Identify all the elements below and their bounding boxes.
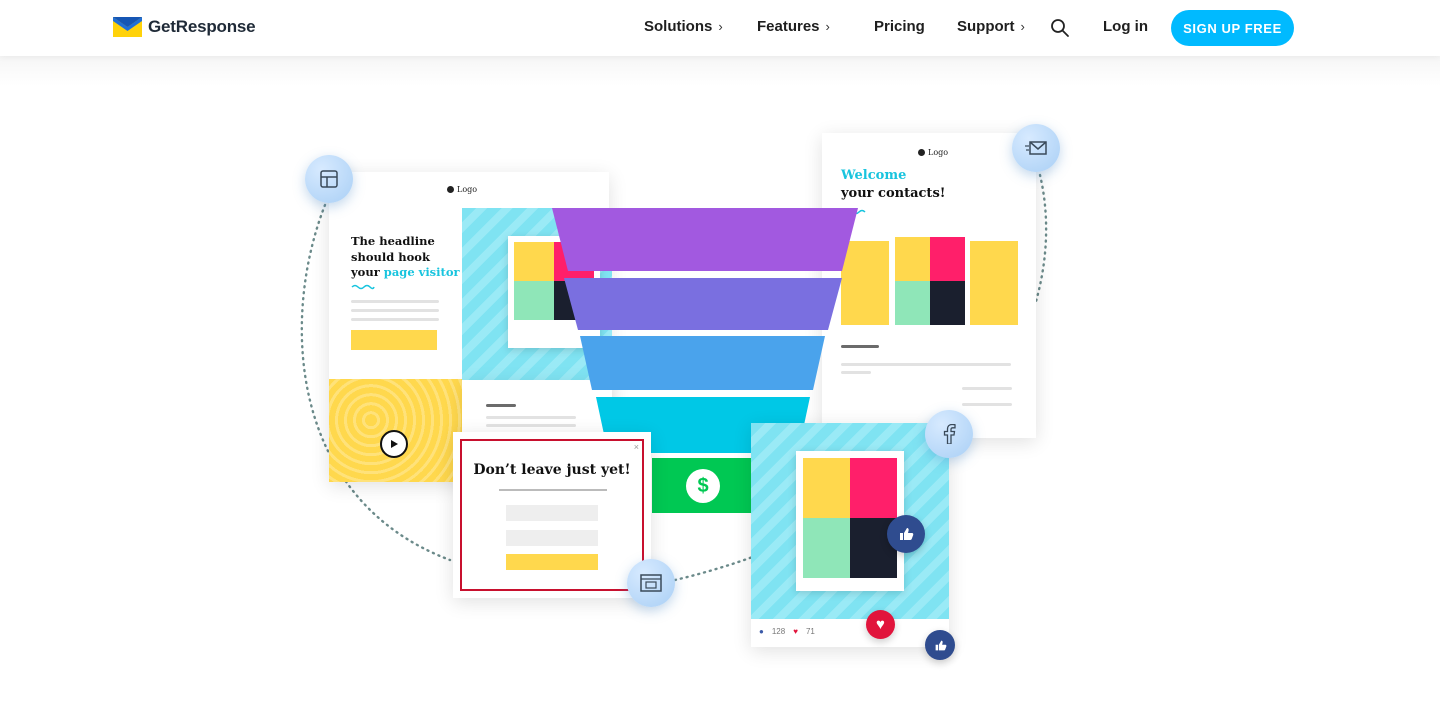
nav-features[interactable]: Features ›: [757, 18, 830, 35]
logo-dot-icon: [918, 149, 925, 156]
nav-support[interactable]: Support ›: [957, 18, 1025, 35]
social-counts: ● 128 ♥ 71: [759, 627, 815, 636]
login-link[interactable]: Log in: [1103, 18, 1148, 35]
brand-logo[interactable]: GetResponse: [113, 17, 256, 37]
landing-logo: Logo: [447, 185, 477, 194]
headline-line-1: The headline: [351, 234, 435, 248]
popup-window-icon: [627, 559, 675, 607]
funnel-layer-3: [580, 336, 825, 390]
play-icon: [380, 430, 408, 458]
funnel-layer-2: [564, 278, 842, 330]
email-title-2: your contacts!: [841, 186, 946, 201]
heart-count-icon: ♥: [793, 627, 798, 636]
email-logo: Logo: [918, 148, 948, 157]
layout-icon: [305, 155, 353, 203]
brand-name: GetResponse: [148, 17, 256, 36]
nav-solutions[interactable]: Solutions ›: [644, 18, 723, 35]
getresponse-logo-icon: [113, 17, 142, 37]
search-icon[interactable]: [1050, 18, 1070, 38]
headline-highlight: page visitor: [383, 265, 460, 279]
close-icon: ×: [633, 442, 639, 452]
landing-headline: The headline should hook your page visit…: [351, 234, 460, 281]
email-title: Welcome your contacts!: [841, 167, 945, 203]
heart-icon: ♥: [866, 610, 895, 639]
facebook-icon: [925, 410, 973, 458]
headline-line-2: should hook: [351, 249, 430, 264]
chevron-right-icon: ›: [718, 19, 723, 34]
site-header: GetResponse Solutions › Features › Prici…: [0, 0, 1440, 56]
product-tile: [796, 451, 904, 591]
like-count: 128: [771, 627, 786, 636]
logo-dot-icon: [447, 186, 454, 193]
nav-pricing-label: Pricing: [874, 18, 925, 35]
popup-input-1: [506, 505, 598, 521]
heart-count: 71: [805, 627, 815, 636]
cta-placeholder: [351, 330, 437, 350]
thumbs-up-icon: [887, 515, 925, 553]
chevron-right-icon: ›: [1020, 19, 1025, 34]
email-logo-text: Logo: [928, 148, 949, 157]
headline-line-3: your: [351, 265, 384, 279]
email-title-1: Welcome: [841, 168, 907, 183]
email-icon: [1012, 124, 1060, 172]
popup-title: Don’t leave just yet!: [473, 462, 631, 478]
popup-input-2: [506, 530, 598, 546]
like-count-icon: ●: [759, 627, 764, 636]
yellow-block-right: [970, 241, 1018, 325]
thumbs-up-icon: [925, 630, 955, 660]
landing-logo-text: Logo: [457, 185, 478, 194]
chevron-right-icon: ›: [825, 19, 830, 34]
squiggle-icon: [351, 284, 375, 290]
signup-button[interactable]: SIGN UP FREE: [1171, 10, 1294, 46]
funnel-layer-1: [552, 208, 858, 271]
nav-solutions-label: Solutions: [644, 18, 713, 35]
popup-card: × Don’t leave just yet!: [453, 432, 651, 598]
nav-features-label: Features: [757, 18, 820, 35]
nav-support-label: Support: [957, 18, 1015, 35]
product-grid: [895, 237, 965, 325]
popup-button: [506, 554, 598, 570]
hero-illustration: Logo The headline should hook your page …: [0, 0, 1440, 723]
nav-pricing[interactable]: Pricing: [874, 18, 925, 35]
dollar-icon: $: [686, 469, 720, 503]
